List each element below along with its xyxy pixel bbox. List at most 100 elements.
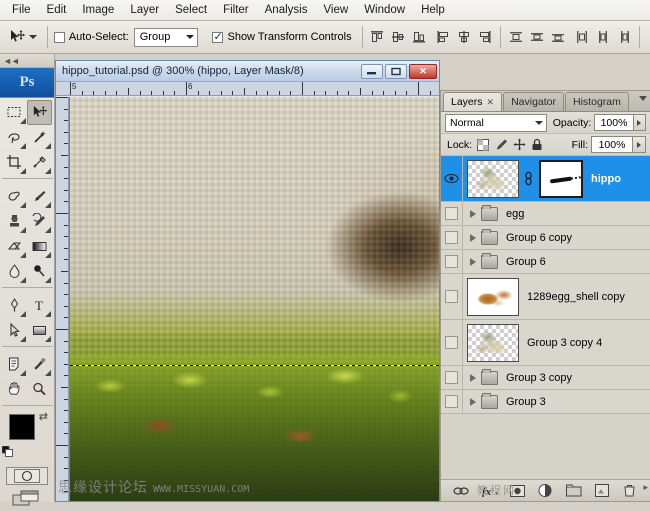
menu-item-help[interactable]: Help	[413, 1, 453, 19]
healing-brush-tool-button[interactable]	[2, 184, 27, 209]
horizontal-ruler[interactable]: 56	[56, 82, 439, 96]
group-disclosure-triangle-icon[interactable]	[470, 374, 476, 382]
change-screen-mode-button[interactable]	[12, 490, 42, 511]
fill-input[interactable]: 100%	[591, 136, 633, 153]
layer-visibility-toggle[interactable]	[441, 250, 463, 273]
panel-menu-icon[interactable]	[639, 96, 647, 101]
add-layer-mask-icon[interactable]	[509, 483, 526, 499]
default-colors-icon[interactable]	[2, 446, 12, 456]
tool-preset-chevron-down-icon[interactable]	[29, 35, 37, 39]
distribute-right-edges-button[interactable]	[615, 28, 633, 46]
new-adjustment-layer-icon[interactable]	[537, 483, 554, 499]
tab-histogram[interactable]: Histogram	[565, 92, 629, 111]
add-layer-style-icon[interactable]: fx	[481, 483, 498, 499]
new-layer-icon[interactable]	[593, 483, 610, 499]
distribute-horizontal-centers-button[interactable]	[594, 28, 612, 46]
edit-in-quick-mask-mode-button[interactable]	[6, 467, 48, 485]
menu-item-edit[interactable]: Edit	[39, 1, 75, 19]
layer-visibility-toggle[interactable]	[441, 226, 463, 249]
distribute-vertical-centers-button[interactable]	[528, 28, 546, 46]
group-disclosure-triangle-icon[interactable]	[470, 258, 476, 266]
restore-button[interactable]	[385, 64, 407, 79]
eraser-tool-button[interactable]	[2, 234, 27, 259]
magic-wand-tool-button[interactable]	[27, 125, 52, 150]
vertical-ruler[interactable]	[56, 97, 69, 501]
move-tool-button[interactable]	[27, 100, 52, 125]
menu-item-view[interactable]: View	[315, 1, 356, 19]
fill-slider-button[interactable]	[633, 136, 646, 153]
history-brush-tool-button[interactable]	[27, 209, 52, 234]
layer-visibility-toggle[interactable]	[441, 366, 463, 389]
opacity-input[interactable]: 100%	[594, 114, 633, 131]
menu-item-file[interactable]: File	[4, 1, 39, 19]
align-top-edges-button[interactable]	[368, 28, 386, 46]
menu-item-select[interactable]: Select	[167, 1, 215, 19]
layer-row-group-3[interactable]: Group 3	[441, 390, 650, 414]
blend-mode-dropdown[interactable]: Normal	[445, 114, 547, 132]
brush-tool-button[interactable]	[27, 184, 52, 209]
dodge-tool-button[interactable]	[27, 259, 52, 284]
close-icon[interactable]: ✕	[487, 97, 495, 108]
blur-tool-button[interactable]	[2, 259, 27, 284]
layer-row-hippo[interactable]: hippo	[441, 156, 650, 202]
layer-thumbnail[interactable]	[467, 324, 519, 362]
align-left-edges-button[interactable]	[434, 28, 452, 46]
lock-all-icon[interactable]	[530, 138, 544, 152]
slice-tool-button[interactable]	[27, 150, 52, 175]
distribute-left-edges-button[interactable]	[573, 28, 591, 46]
link-mask-icon[interactable]	[523, 171, 533, 187]
link-layers-icon[interactable]	[453, 483, 470, 499]
layer-thumbnail[interactable]	[467, 160, 519, 198]
minimize-button[interactable]	[361, 64, 383, 79]
layer-visibility-toggle[interactable]	[441, 390, 463, 413]
notes-tool-button[interactable]	[2, 352, 27, 377]
menu-item-analysis[interactable]: Analysis	[257, 1, 316, 19]
new-group-icon[interactable]	[565, 483, 582, 499]
layer-row-group-6-copy[interactable]: Group 6 copy	[441, 226, 650, 250]
document-title-bar[interactable]: hippo_tutorial.psd @ 300% (hippo, Layer …	[56, 61, 439, 82]
group-disclosure-triangle-icon[interactable]	[470, 234, 476, 242]
opacity-slider-button[interactable]	[634, 114, 646, 131]
distribute-top-edges-button[interactable]	[507, 28, 525, 46]
layer-row-1289egg-shell-copy[interactable]: 1289egg_shell copy	[441, 274, 650, 320]
clone-stamp-tool-button[interactable]	[2, 209, 27, 234]
distribute-bottom-edges-button[interactable]	[549, 28, 567, 46]
foreground-color-swatch[interactable]	[9, 414, 35, 440]
layer-mask-thumbnail[interactable]	[539, 160, 583, 198]
layer-visibility-toggle[interactable]	[441, 156, 463, 201]
tab-navigator[interactable]: Navigator	[503, 92, 564, 111]
auto-select-scope-dropdown[interactable]: Group	[134, 28, 199, 47]
swap-colors-icon[interactable]: ⇄	[39, 410, 48, 423]
close-button[interactable]: ✕	[409, 64, 437, 79]
show-transform-controls-checkbox[interactable]	[212, 32, 223, 43]
pen-tool-button[interactable]	[2, 293, 27, 318]
delete-layer-icon[interactable]	[621, 483, 638, 499]
layer-row-group-6[interactable]: Group 6	[441, 250, 650, 274]
layer-row-group-3-copy-4[interactable]: Group 3 copy 4	[441, 320, 650, 366]
canvas-area[interactable]: 思缘设计论坛 WWW.MISSYUAN.COM	[56, 97, 439, 501]
align-right-edges-button[interactable]	[476, 28, 494, 46]
panel-collapse-icon[interactable]: ▸	[643, 482, 648, 493]
menu-item-image[interactable]: Image	[74, 1, 122, 19]
lock-image-pixels-icon[interactable]	[494, 138, 508, 152]
hand-tool-button[interactable]	[2, 377, 27, 402]
eyedropper-tool-button[interactable]	[27, 352, 52, 377]
tool-preset-picker[interactable]	[4, 28, 41, 46]
lasso-tool-button[interactable]	[2, 125, 27, 150]
align-bottom-edges-button[interactable]	[410, 28, 428, 46]
layer-row-egg[interactable]: egg	[441, 202, 650, 226]
layer-visibility-toggle[interactable]	[441, 320, 463, 365]
gradient-tool-button[interactable]	[27, 234, 52, 259]
path-selection-tool-button[interactable]	[2, 318, 27, 343]
lock-transparent-pixels-icon[interactable]	[476, 138, 490, 152]
lock-position-icon[interactable]	[512, 138, 526, 152]
toolbox-collapse-handle[interactable]: ◄◄	[0, 54, 54, 68]
layer-row-group-3-copy[interactable]: Group 3 copy	[441, 366, 650, 390]
layer-thumbnail[interactable]	[467, 278, 519, 316]
menu-item-layer[interactable]: Layer	[122, 1, 167, 19]
rectangle-shape-tool-button[interactable]	[27, 318, 52, 343]
marquee-tool-button[interactable]	[2, 100, 27, 125]
menu-item-filter[interactable]: Filter	[215, 1, 257, 19]
group-disclosure-triangle-icon[interactable]	[470, 210, 476, 218]
auto-select-checkbox[interactable]	[54, 32, 65, 43]
